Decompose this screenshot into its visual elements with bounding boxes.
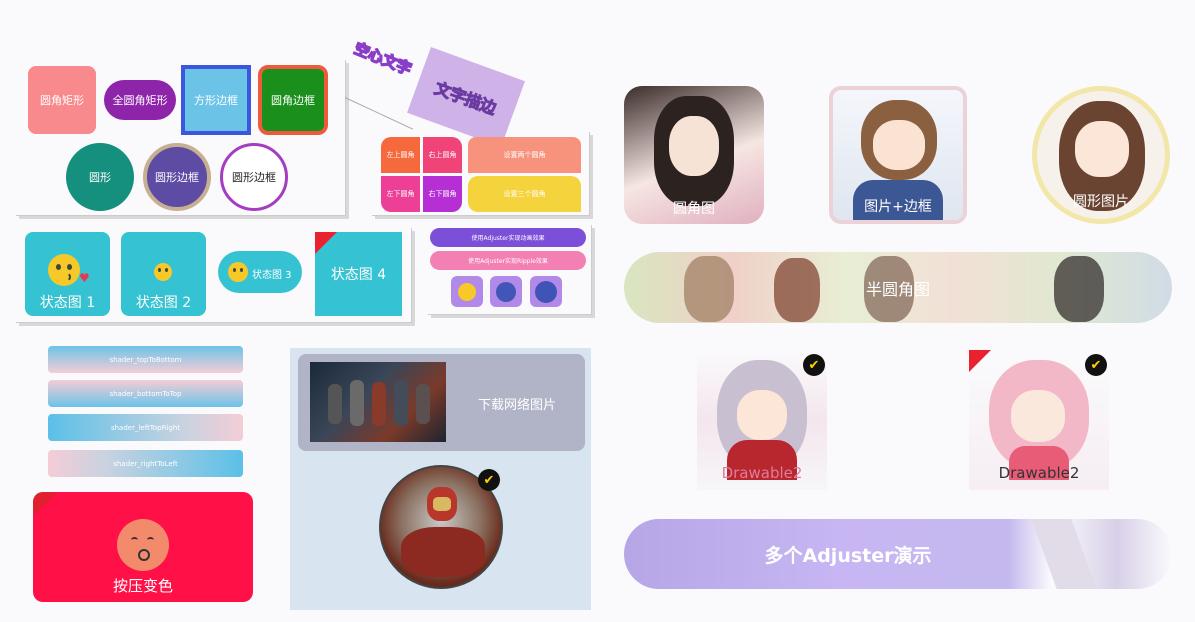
three-corners-label: 设置三个圆角 xyxy=(503,190,546,198)
shader-left-top-right[interactable]: shader_leftTopRight xyxy=(48,414,243,441)
square-border-label: 方形边框 xyxy=(194,94,238,107)
press-color-label: 按压变色 xyxy=(112,577,173,595)
state-3[interactable]: 状态图 3 xyxy=(218,251,302,293)
circle-border-shape-1[interactable]: 圆形边框 xyxy=(143,143,211,211)
shader-right-to-left[interactable]: shader_rightToLeft xyxy=(48,450,243,477)
shader-top-to-bottom[interactable]: shader_topToBottom xyxy=(48,346,243,373)
checkmark-icon: ✔ xyxy=(478,469,500,491)
state-2[interactable]: 状态图 2 xyxy=(121,232,206,316)
full-round-rect-label: 全圆角矩形 xyxy=(112,94,168,107)
image-with-border: 图片+边框 xyxy=(829,86,967,224)
bottom-right-corner[interactable]: 右下圆角 xyxy=(423,176,462,212)
kiss-face-icon xyxy=(117,519,169,571)
kiss-emoji-icon xyxy=(48,254,80,286)
adjuster-animation-label: 使用Adjuster实现动画效果 xyxy=(471,235,545,242)
circle-border-shape-2[interactable]: 圆形边框 xyxy=(220,143,288,211)
round-border-shape[interactable]: 圆角边框 xyxy=(258,65,328,135)
two-corners-box[interactable]: 设置两个圆角 xyxy=(468,137,581,173)
top-left-corner-label: 左上圆角 xyxy=(386,151,415,159)
circle-image-label: 圆形图片 xyxy=(1073,194,1129,210)
image-border-label: 图片+边框 xyxy=(864,199,932,215)
heart-icon: ♥ xyxy=(79,271,90,285)
adjuster-ripple-button[interactable]: 使用Adjuster实现Ripple效果 xyxy=(430,251,586,270)
adjuster-icon-2[interactable] xyxy=(490,276,522,307)
bottom-right-corner-label: 右下圆角 xyxy=(428,190,457,198)
shader-bottom-to-top[interactable]: shader_bottomToTop xyxy=(48,380,243,407)
multi-adjuster-banner[interactable]: 多个Adjuster演示 xyxy=(624,519,1172,589)
circle-border-label-1: 圆形边框 xyxy=(155,171,199,184)
shader-top-to-bottom-label: shader_topToBottom xyxy=(109,355,182,364)
corner-flag xyxy=(969,350,991,372)
network-image-card[interactable]: 下载网络图片 xyxy=(298,354,585,451)
full-round-rect-shape[interactable]: 全圆角矩形 xyxy=(104,80,176,120)
checkmark-icon: ✔ xyxy=(803,354,825,376)
network-image-label: 下载网络图片 xyxy=(478,398,557,413)
adjuster-animation-button[interactable]: 使用Adjuster实现动画效果 xyxy=(430,228,586,247)
divider-line xyxy=(344,97,414,130)
rounded-rect-shape[interactable]: 圆角矩形 xyxy=(28,66,96,134)
multi-adjuster-label: 多个Adjuster演示 xyxy=(764,544,932,567)
state-3-label: 状态图 3 xyxy=(252,270,292,281)
square-border-shape[interactable]: 方形边框 xyxy=(181,65,251,135)
state-4-label: 状态图 4 xyxy=(330,267,387,283)
kiss-emoji-icon xyxy=(228,262,248,282)
state-2-label: 状态图 2 xyxy=(135,295,192,311)
stroke-text: 文字描边 xyxy=(432,78,500,119)
rounded-rect-label: 圆角矩形 xyxy=(40,94,84,107)
rounded-image-label: 圆角图 xyxy=(673,201,715,217)
shader-right-to-left-label: shader_rightToLeft xyxy=(113,459,178,468)
half-round-label: 半圆角图 xyxy=(865,279,930,299)
three-corners-box[interactable]: 设置三个圆角 xyxy=(468,176,581,212)
hollow-text: 空心文字 xyxy=(351,39,415,80)
drawable-1-label: Drawable2 xyxy=(721,464,803,482)
adjuster-ripple-label: 使用Adjuster实现Ripple效果 xyxy=(468,258,548,265)
adjuster-icon-1[interactable] xyxy=(451,276,483,307)
two-corners-label: 设置两个圆角 xyxy=(503,151,546,159)
movie-poster-image xyxy=(310,362,446,442)
circle-shape[interactable]: 圆形 xyxy=(66,143,134,211)
top-right-corner-label: 右上圆角 xyxy=(428,151,457,159)
state-1[interactable]: ♥ 状态图 1 xyxy=(25,232,110,316)
bottom-left-corner-label: 左下圆角 xyxy=(386,190,415,198)
circle-image: 圆形图片 xyxy=(1032,86,1170,224)
corner-flag xyxy=(33,492,57,516)
half-round-banner: 半圆角图 xyxy=(624,252,1172,323)
adjuster-icon-3[interactable] xyxy=(530,276,562,307)
drawable-2-label: Drawable2 xyxy=(998,464,1080,482)
state-4[interactable]: 状态图 4 xyxy=(315,232,402,316)
press-color-button[interactable]: 按压变色 xyxy=(33,492,253,602)
corner-flag xyxy=(315,232,337,254)
circle-label: 圆形 xyxy=(89,171,111,184)
state-1-label: 状态图 1 xyxy=(39,295,96,311)
shader-left-top-right-label: shader_leftTopRight xyxy=(110,423,181,432)
shader-bottom-to-top-label: shader_bottomToTop xyxy=(109,389,182,398)
round-border-label: 圆角边框 xyxy=(271,94,315,107)
bottom-left-corner[interactable]: 左下圆角 xyxy=(381,176,420,212)
circle-border-label-2: 圆形边框 xyxy=(232,171,276,184)
top-right-corner[interactable]: 右上圆角 xyxy=(423,137,462,173)
top-left-corner[interactable]: 左上圆角 xyxy=(381,137,420,173)
checkmark-icon: ✔ xyxy=(1085,354,1107,376)
kiss-emoji-icon xyxy=(154,263,172,281)
rounded-image: 圆角图 xyxy=(624,86,764,224)
